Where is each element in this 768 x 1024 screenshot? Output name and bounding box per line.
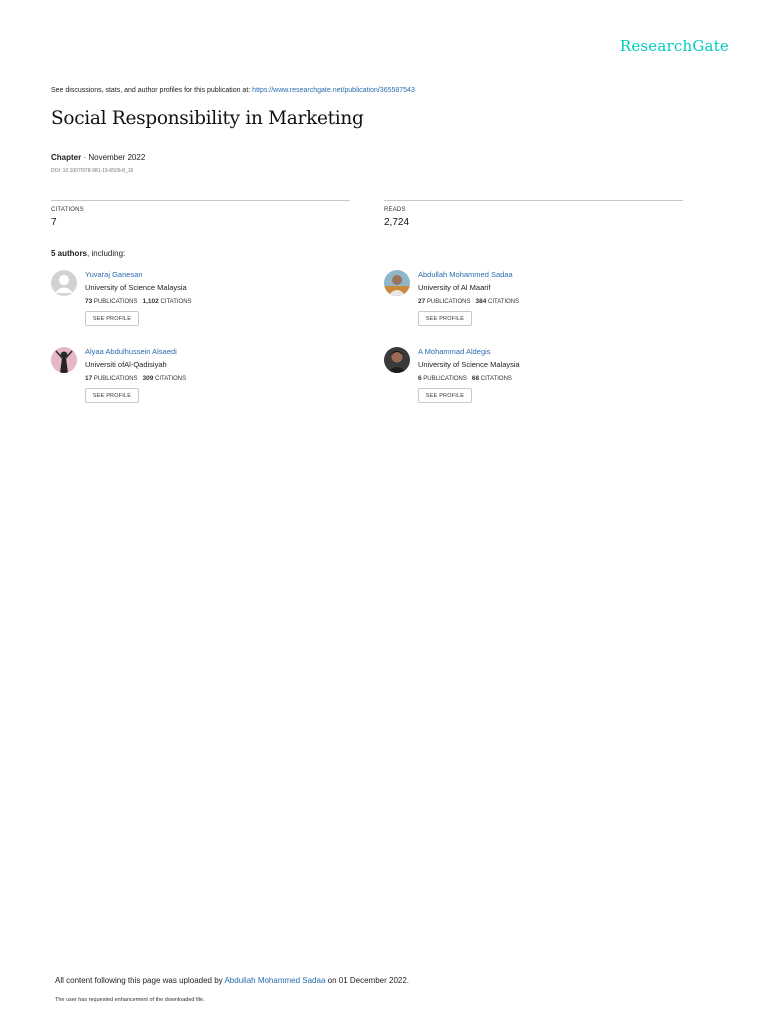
author-citations-count: 1,102 bbox=[142, 298, 159, 305]
author-citations-count: 309 bbox=[142, 375, 154, 382]
author-citations-label: CITATIONS bbox=[160, 299, 192, 305]
citations-value: 7 bbox=[51, 217, 57, 228]
author-institution: University of Science Malaysia bbox=[85, 283, 187, 292]
authors-count: 5 authors bbox=[51, 249, 88, 258]
discussion-prefix: See discussions, stats, and author profi… bbox=[51, 87, 253, 94]
see-profile-button[interactable]: SEE PROFILE bbox=[418, 311, 472, 326]
author-card: Abdullah Mohammed Sadaa University of Al… bbox=[384, 270, 684, 340]
authors-heading: 5 authors, including: bbox=[51, 249, 125, 258]
upload-notice: All content following this page was uplo… bbox=[55, 976, 409, 985]
publication-title: Social Responsibility in Marketing bbox=[51, 108, 364, 129]
author-institution: Universiti ofAl-Qadisiyah bbox=[85, 360, 167, 369]
author-publications-count: 17 bbox=[85, 375, 93, 382]
researchgate-logo[interactable]: ResearchGate bbox=[620, 37, 729, 55]
author-card: Alyaa Abdulhussein Alsaedi Universiti of… bbox=[51, 347, 351, 417]
author-stats: 17 PUBLICATIONS 309 CITATIONS bbox=[85, 375, 186, 382]
author-publications-count: 73 bbox=[85, 298, 93, 305]
citations-divider bbox=[51, 200, 350, 201]
author-publications-label: PUBLICATIONS bbox=[93, 376, 138, 382]
author-institution: University of Science Malaysia bbox=[418, 360, 520, 369]
author-name[interactable]: Alyaa Abdulhussein Alsaedi bbox=[85, 347, 177, 356]
author-publications-count: 27 bbox=[418, 298, 426, 305]
author-card: A Mohammad Aldegis University of Science… bbox=[384, 347, 684, 417]
discussion-notice: See discussions, stats, and author profi… bbox=[51, 87, 415, 94]
author-name[interactable]: A Mohammad Aldegis bbox=[418, 347, 491, 356]
upload-suffix: on 01 December 2022. bbox=[325, 976, 410, 985]
photo-avatar-icon[interactable] bbox=[51, 347, 77, 373]
see-profile-button[interactable]: SEE PROFILE bbox=[418, 388, 472, 403]
default-avatar-icon[interactable] bbox=[51, 270, 77, 296]
reads-value: 2,724 bbox=[384, 217, 410, 228]
publication-type: Chapter bbox=[51, 153, 82, 162]
author-citations-label: CITATIONS bbox=[488, 299, 520, 305]
reads-divider bbox=[384, 200, 683, 201]
enhancement-note: The user has requested enhancement of th… bbox=[55, 997, 205, 1003]
publication-date: · November 2022 bbox=[81, 153, 146, 162]
author-card: Yuvaraj Ganesan University of Science Ma… bbox=[51, 270, 351, 340]
author-stats: 27 PUBLICATIONS 384 CITATIONS bbox=[418, 298, 519, 305]
citations-label: CITATIONS bbox=[51, 207, 84, 213]
see-profile-button[interactable]: SEE PROFILE bbox=[85, 311, 139, 326]
photo-avatar-icon[interactable] bbox=[384, 347, 410, 373]
authors-suffix: , including: bbox=[87, 249, 126, 258]
author-publications-count: 6 bbox=[418, 375, 422, 382]
publication-meta: Chapter · November 2022 bbox=[51, 153, 145, 162]
uploader-link[interactable]: Abdullah Mohammed Sadaa bbox=[224, 976, 325, 985]
see-profile-button[interactable]: SEE PROFILE bbox=[85, 388, 139, 403]
author-name[interactable]: Yuvaraj Ganesan bbox=[85, 270, 143, 279]
upload-prefix: All content following this page was uplo… bbox=[55, 976, 225, 985]
author-citations-count: 384 bbox=[475, 298, 487, 305]
photo-avatar-icon[interactable] bbox=[384, 270, 410, 296]
author-citations-count: 68 bbox=[471, 375, 480, 382]
author-name[interactable]: Abdullah Mohammed Sadaa bbox=[418, 270, 513, 279]
author-stats: 6 PUBLICATIONS 68 CITATIONS bbox=[418, 375, 512, 382]
reads-label: READS bbox=[384, 207, 406, 213]
author-publications-label: PUBLICATIONS bbox=[423, 376, 467, 382]
author-publications-label: PUBLICATIONS bbox=[93, 299, 138, 305]
author-stats: 73 PUBLICATIONS 1,102 CITATIONS bbox=[85, 298, 192, 305]
author-citations-label: CITATIONS bbox=[155, 376, 187, 382]
author-publications-label: PUBLICATIONS bbox=[426, 299, 471, 305]
publication-link[interactable]: https://www.researchgate.net/publication… bbox=[252, 87, 415, 94]
author-institution: University of Al Maarif bbox=[418, 283, 491, 292]
publication-doi: DOI: 10.1007/978-981-19-6509-8_16 bbox=[51, 168, 134, 174]
author-citations-label: CITATIONS bbox=[480, 376, 512, 382]
